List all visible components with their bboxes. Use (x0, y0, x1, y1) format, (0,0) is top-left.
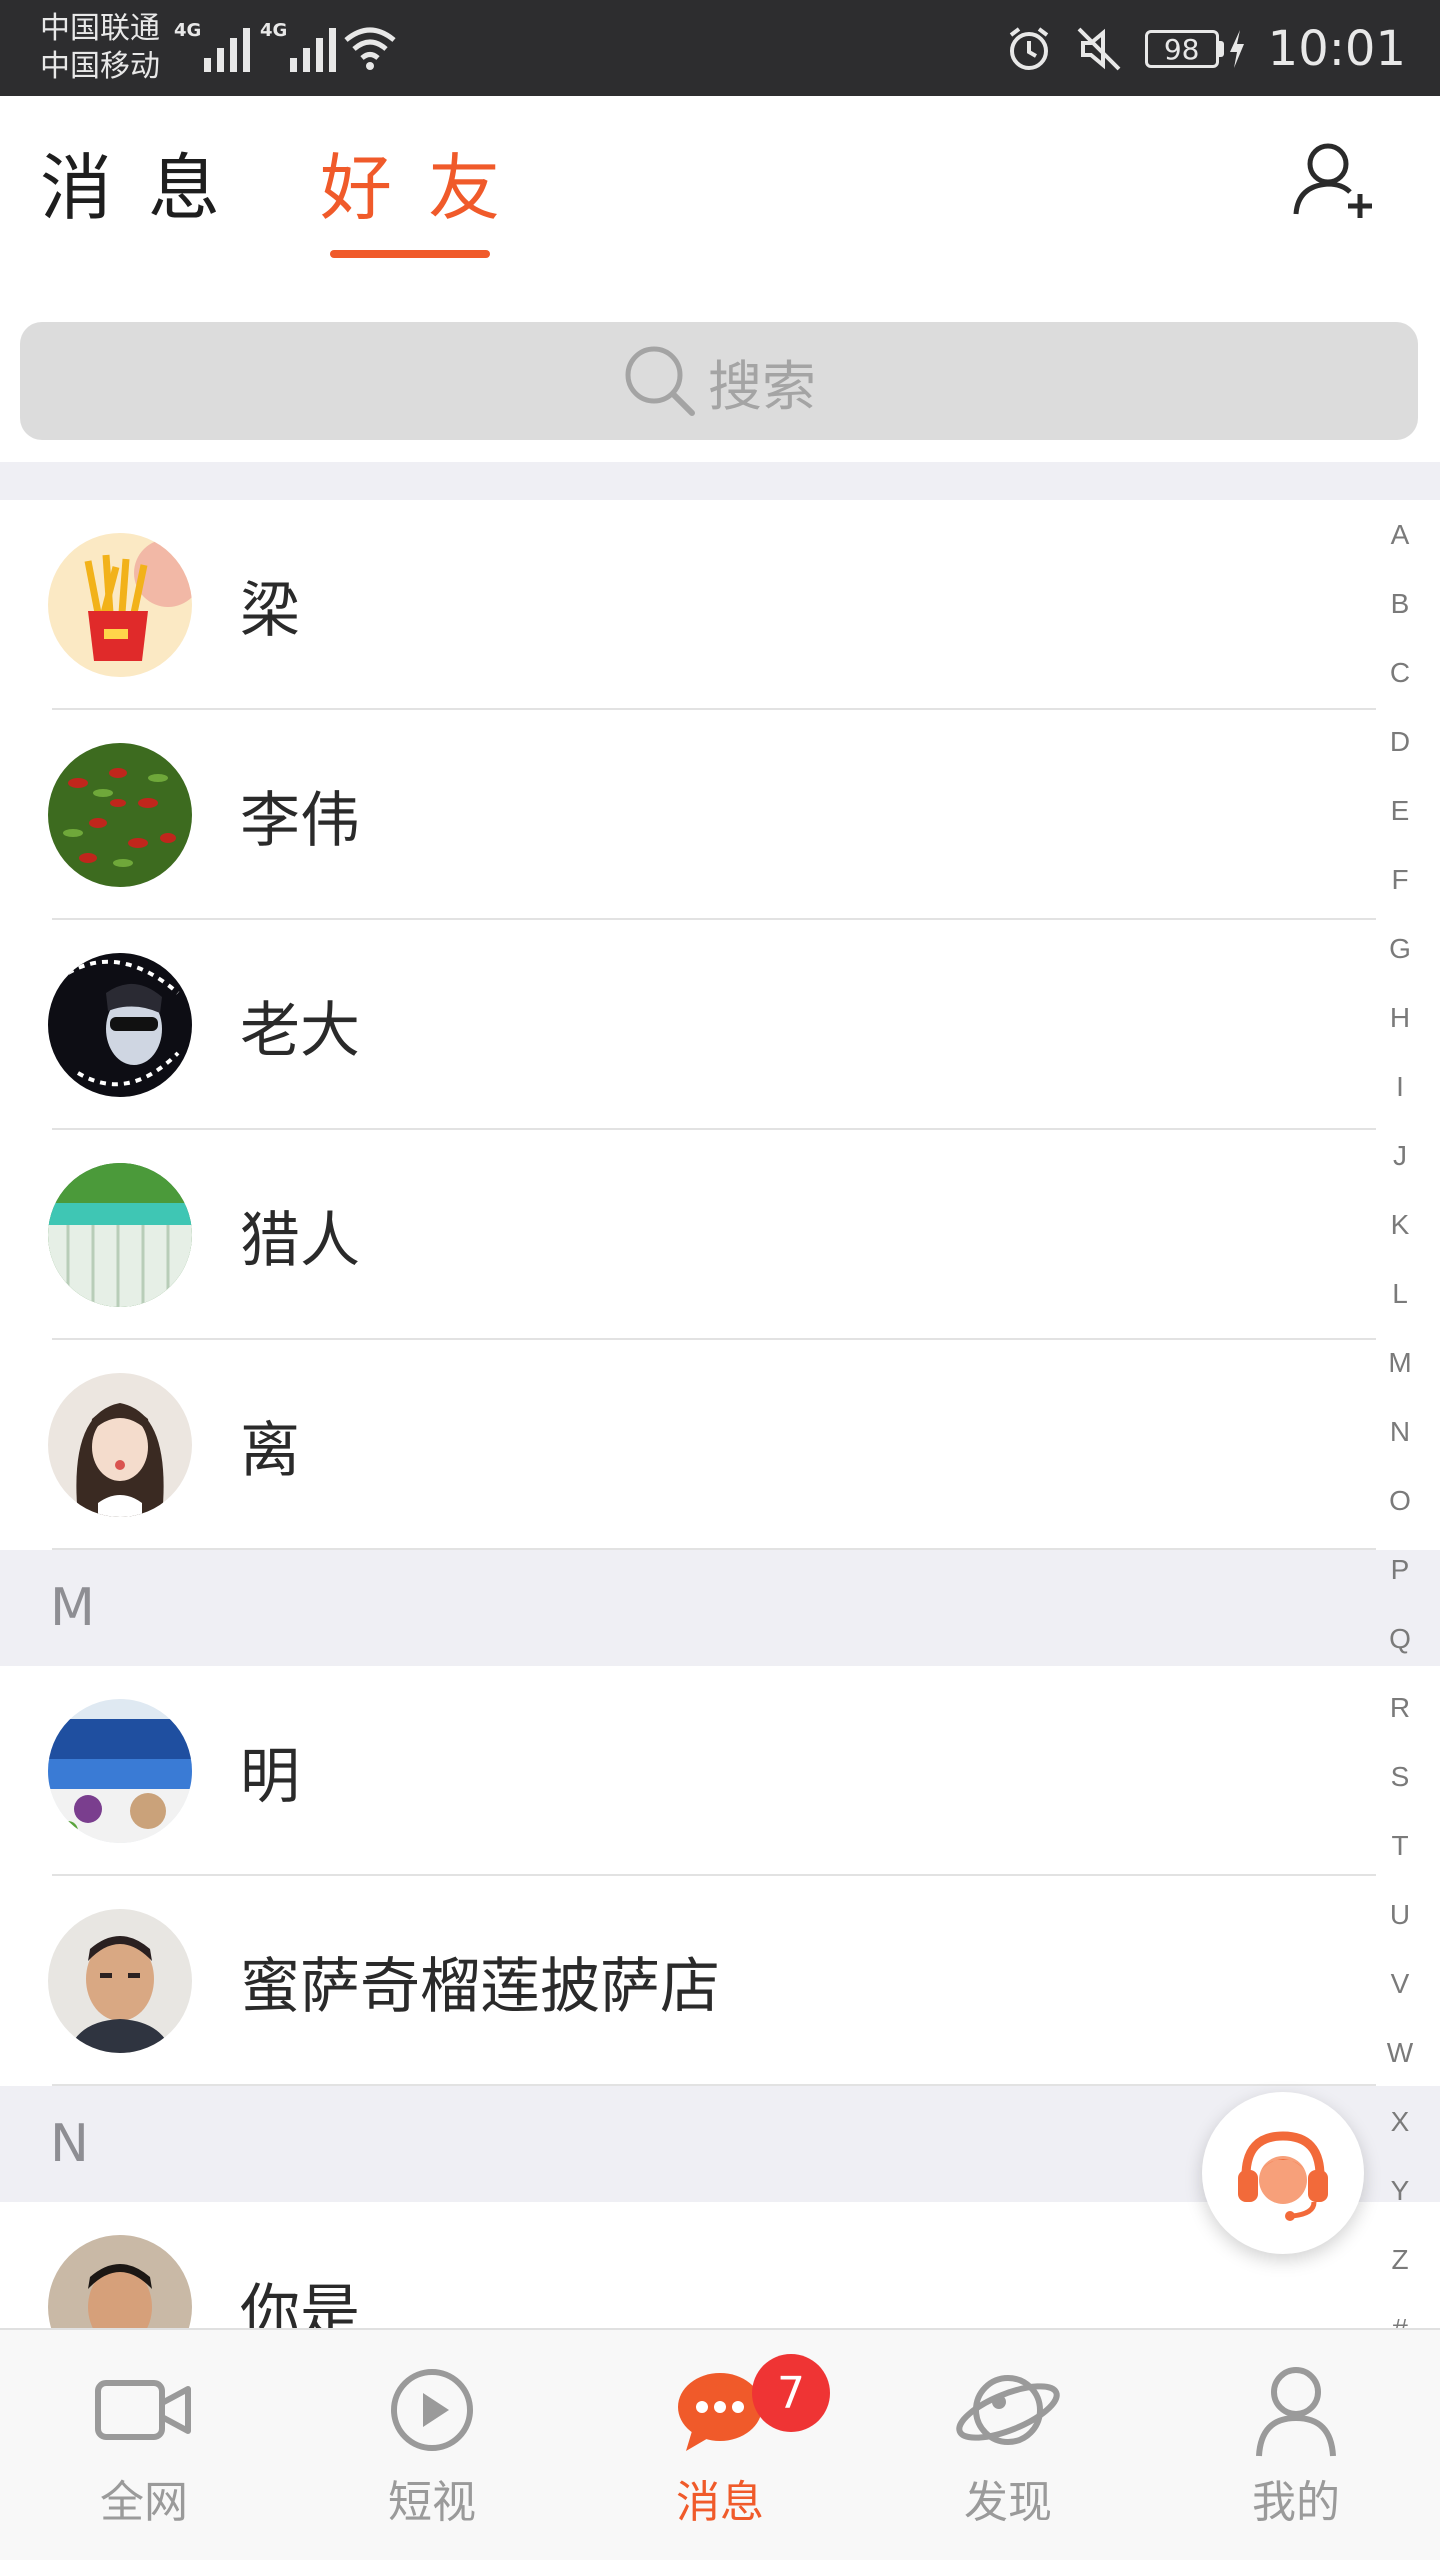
contact-row[interactable]: 蜜萨奇榴莲披萨店 (0, 1876, 1440, 2086)
index-letter[interactable]: O (1389, 1466, 1411, 1535)
index-letter[interactable]: N (1390, 1397, 1410, 1466)
contact-row[interactable]: 李伟 (0, 710, 1440, 920)
index-letter[interactable]: I (1396, 1052, 1404, 1121)
alphabet-index[interactable]: A B C D E F G H I J K L M N O P Q R S T … (1380, 500, 1420, 2363)
index-letter[interactable]: H (1390, 983, 1410, 1052)
battery-icon: 98 (1144, 30, 1246, 68)
contact-row[interactable]: 梁 (0, 500, 1440, 710)
nav-quanwang[interactable]: 全网 (0, 2330, 288, 2560)
bottom-nav: 全网 短视 消息 7 发现 我的 (0, 2328, 1440, 2560)
contact-name: 李伟 (240, 785, 360, 856)
headset-icon (1238, 2131, 1328, 2221)
contact-row[interactable]: 明 (0, 1666, 1440, 1876)
tab-friends[interactable]: 好友 (320, 140, 536, 236)
customer-service-button[interactable] (1202, 2092, 1364, 2254)
person-icon (1256, 2367, 1336, 2457)
index-letter[interactable]: K (1391, 1190, 1410, 1259)
avatar (48, 533, 192, 677)
avatar (48, 1163, 192, 1307)
avatar (48, 2235, 192, 2328)
play-circle-icon (391, 2369, 473, 2451)
index-letter[interactable]: P (1391, 1535, 1410, 1604)
unread-badge: 7 (752, 2354, 830, 2432)
carrier-1: 中国联通 (40, 11, 160, 46)
index-letter[interactable]: U (1390, 1880, 1410, 1949)
carrier-labels: 中国联通 中国移动 (40, 10, 160, 86)
nav-xiaoxi[interactable]: 消息 7 (576, 2330, 864, 2560)
index-letter[interactable]: T (1391, 1811, 1408, 1880)
contact-row[interactable]: 老大 (0, 920, 1440, 1130)
index-letter[interactable]: X (1391, 2087, 1410, 2156)
index-letter[interactable]: G (1389, 914, 1411, 983)
nav-wode[interactable]: 我的 (1152, 2330, 1440, 2560)
index-letter[interactable]: S (1391, 1742, 1410, 1811)
contact-row[interactable]: 离 (0, 1340, 1440, 1550)
tab-messages[interactable]: 消息 (40, 140, 256, 236)
contact-name: 你是 (240, 2277, 360, 2329)
contact-list[interactable]: 梁 李伟 老大 猎人 离 M 明 蜜萨奇榴莲披萨店 N 你是 (0, 462, 1440, 2328)
alarm-icon (1009, 27, 1048, 70)
signal-2-icon: 4G (260, 20, 336, 72)
planet-icon (956, 2375, 1060, 2445)
nav-duanshi[interactable]: 短视 (288, 2330, 576, 2560)
avatar (48, 1909, 192, 2053)
index-letter[interactable]: L (1392, 1259, 1408, 1328)
contact-name: 猎人 (240, 1205, 360, 1276)
index-letter[interactable]: B (1391, 569, 1410, 638)
mute-icon (1077, 27, 1121, 71)
index-letter[interactable]: C (1390, 638, 1410, 707)
avatar (48, 1699, 192, 1843)
avatar (48, 1373, 192, 1517)
search-placeholder: 搜索 (708, 354, 816, 418)
index-letter[interactable]: Q (1389, 1604, 1411, 1673)
contact-name: 蜜萨奇榴莲披萨店 (240, 1951, 720, 2022)
index-letter[interactable]: Y (1391, 2156, 1410, 2225)
index-letter[interactable]: J (1393, 1121, 1407, 1190)
contact-name: 明 (240, 1741, 300, 1812)
avatar (48, 953, 192, 1097)
contact-name: 梁 (240, 575, 300, 646)
header: 消息 好友 (0, 96, 1440, 296)
charging-icon (1229, 30, 1244, 68)
clock: 10:01 (1267, 21, 1406, 77)
index-letter[interactable]: D (1390, 707, 1410, 776)
index-letter[interactable]: Z (1391, 2225, 1408, 2294)
index-letter[interactable]: A (1391, 500, 1410, 569)
status-bar: 中国联通 中国移动 4G 4G 98 10:01 (0, 0, 1440, 96)
nav-faxian[interactable]: 发现 (864, 2330, 1152, 2560)
index-letter[interactable]: V (1391, 1949, 1410, 2018)
contact-name: 老大 (240, 995, 360, 1066)
avatar (48, 743, 192, 887)
active-tab-indicator (330, 250, 490, 258)
search-icon (625, 346, 695, 416)
search-input[interactable]: 搜索 (20, 322, 1418, 440)
section-header-m: M (0, 1550, 1440, 1666)
add-friend-icon[interactable] (1290, 136, 1380, 226)
index-letter[interactable]: W (1387, 2018, 1413, 2087)
wifi-icon (344, 27, 396, 70)
section-header (0, 462, 1440, 500)
index-letter[interactable]: E (1391, 776, 1410, 845)
signal-1-icon: 4G (174, 20, 250, 72)
contact-row[interactable]: 猎人 (0, 1130, 1440, 1340)
index-letter[interactable]: F (1391, 845, 1408, 914)
contact-name: 离 (240, 1415, 300, 1486)
index-letter[interactable]: R (1390, 1673, 1410, 1742)
index-letter[interactable]: M (1388, 1328, 1411, 1397)
video-camera-icon (95, 2380, 191, 2440)
carrier-2: 中国移动 (40, 49, 160, 84)
